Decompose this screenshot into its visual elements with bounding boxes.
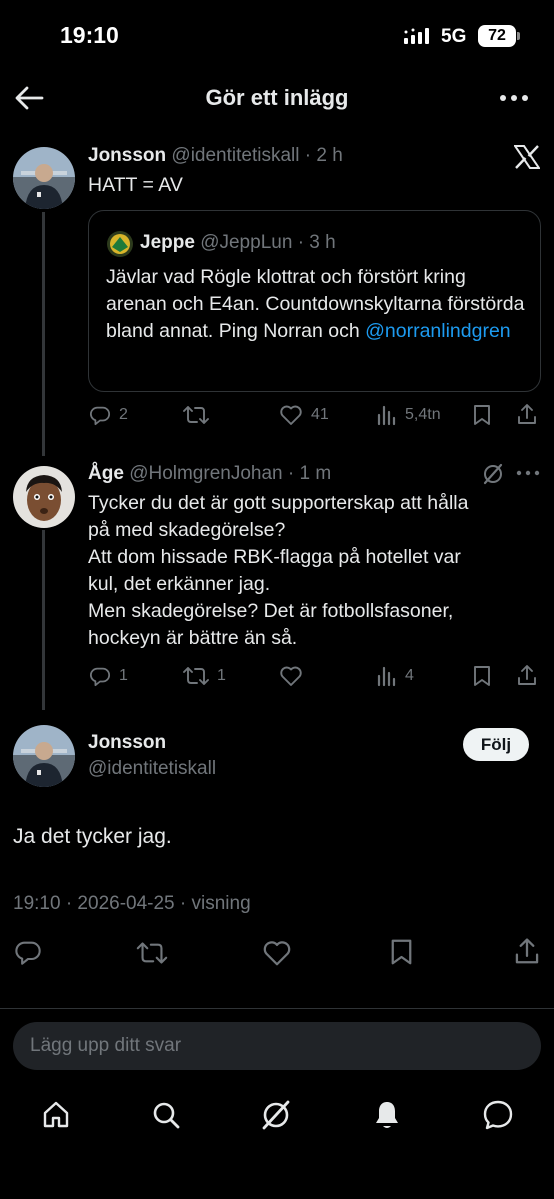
- quote-author-handle: @JeppLun: [200, 232, 293, 253]
- battery-tip: [517, 32, 520, 40]
- share-icon[interactable]: [513, 937, 541, 966]
- post-line: kul, det erkänner jag.: [88, 573, 271, 595]
- views-icon: [377, 405, 396, 426]
- author-handle[interactable]: @identitetiskall: [171, 145, 299, 166]
- like-icon[interactable]: [262, 939, 292, 967]
- avatar-photo: [13, 147, 75, 209]
- reply-icon: [89, 667, 111, 687]
- post-time: · 1 m: [287, 463, 332, 484]
- quote-avatar: [107, 231, 133, 257]
- home-icon[interactable]: [41, 1100, 71, 1130]
- post-header: Jonsson @identitetiskall · 2 h: [88, 145, 343, 167]
- divider: [0, 1008, 554, 1009]
- reply-count: 1: [119, 667, 128, 684]
- view-count: 4: [405, 667, 414, 684]
- main-post-text: Ja det tycker jag.: [13, 825, 172, 848]
- thread-line: [42, 212, 45, 456]
- messages-icon[interactable]: [482, 1099, 514, 1131]
- repost-icon[interactable]: [136, 940, 168, 966]
- author-name[interactable]: Jonsson: [88, 145, 166, 166]
- network-type: 5G: [441, 26, 467, 47]
- repost-icon: [183, 667, 209, 685]
- reply-count: 2: [119, 406, 128, 423]
- author-handle[interactable]: @identitetiskall: [88, 758, 216, 780]
- view-count: 5,4tn: [405, 406, 441, 423]
- mention-link[interactable]: @norranlindgren: [365, 320, 511, 342]
- post-line: hockeyn är bättre än så.: [88, 627, 298, 649]
- post-line: på med skadegörelse?: [88, 519, 286, 541]
- bookmark-icon[interactable]: [472, 665, 492, 687]
- more-icon[interactable]: [498, 90, 530, 106]
- quote-text: Jävlar vad Rögle klottrat och förstört k…: [106, 264, 531, 345]
- follow-button[interactable]: Följ: [463, 728, 529, 761]
- avatar-photo: [13, 466, 75, 528]
- post-time: · 2 h: [304, 145, 343, 166]
- share-icon[interactable]: [516, 664, 538, 687]
- like-icon: [280, 666, 302, 686]
- search-icon[interactable]: [151, 1100, 181, 1130]
- post-line: Tycker du det är gott supporterskap att …: [88, 492, 469, 514]
- share-icon[interactable]: [516, 403, 538, 426]
- views-icon: [377, 666, 396, 687]
- thread-line: [42, 530, 45, 710]
- bookmark-icon[interactable]: [389, 938, 414, 966]
- post-text: HATT = AV: [88, 174, 183, 196]
- like-button[interactable]: 41: [279, 404, 329, 426]
- repost-button[interactable]: 1: [183, 665, 226, 687]
- grok-icon[interactable]: [482, 463, 504, 485]
- reply-input[interactable]: Lägg upp ditt svar: [13, 1022, 541, 1070]
- like-count: 41: [311, 406, 329, 423]
- reply-icon: [89, 406, 111, 426]
- post-text: Tycker du det är gott supporterskap att …: [88, 490, 538, 652]
- more-icon[interactable]: [516, 468, 540, 478]
- post-header: Åge @HolmgrenJohan · 1 m: [88, 463, 331, 485]
- author-name[interactable]: Jonsson: [88, 732, 166, 754]
- like-icon: [280, 405, 302, 425]
- post-meta: 19:10 · 2026-04-25 · visning: [13, 893, 251, 914]
- post-line: Men skadegörelse? Det är fotbollsfasoner…: [88, 600, 454, 622]
- like-button[interactable]: [279, 665, 311, 687]
- signal-icon: [404, 28, 429, 44]
- quote-header: Jeppe @JeppLun · 3 h: [140, 232, 336, 254]
- grok-icon[interactable]: [260, 1099, 292, 1131]
- battery-indicator: 72: [478, 25, 516, 47]
- reply-icon[interactable]: [14, 938, 42, 966]
- status-time: 19:10: [60, 22, 119, 48]
- x-logo-icon: [514, 145, 540, 169]
- page-title: Gör ett inlägg: [205, 85, 349, 110]
- bookmark-icon[interactable]: [472, 404, 492, 426]
- repost-icon: [183, 406, 209, 424]
- author-handle[interactable]: @HolmgrenJohan: [129, 463, 282, 484]
- quote-avatar-image: [107, 231, 133, 257]
- quote-time: · 3 h: [297, 232, 336, 253]
- quote-author-name: Jeppe: [140, 232, 195, 253]
- avatar[interactable]: [13, 466, 75, 528]
- avatar[interactable]: [13, 147, 75, 209]
- views-button[interactable]: 4: [377, 665, 414, 687]
- views-button[interactable]: 5,4tn: [377, 404, 441, 426]
- bell-icon[interactable]: [372, 1099, 402, 1131]
- reply-button[interactable]: 1: [89, 665, 128, 687]
- author-name[interactable]: Åge: [88, 463, 124, 484]
- avatar[interactable]: [13, 725, 75, 787]
- repost-button[interactable]: [183, 404, 217, 426]
- reply-button[interactable]: 2: [89, 404, 128, 426]
- post-line: Att dom hissade RBK-flagga på hotellet v…: [88, 546, 461, 568]
- repost-count: 1: [217, 667, 226, 684]
- avatar-photo: [13, 725, 75, 787]
